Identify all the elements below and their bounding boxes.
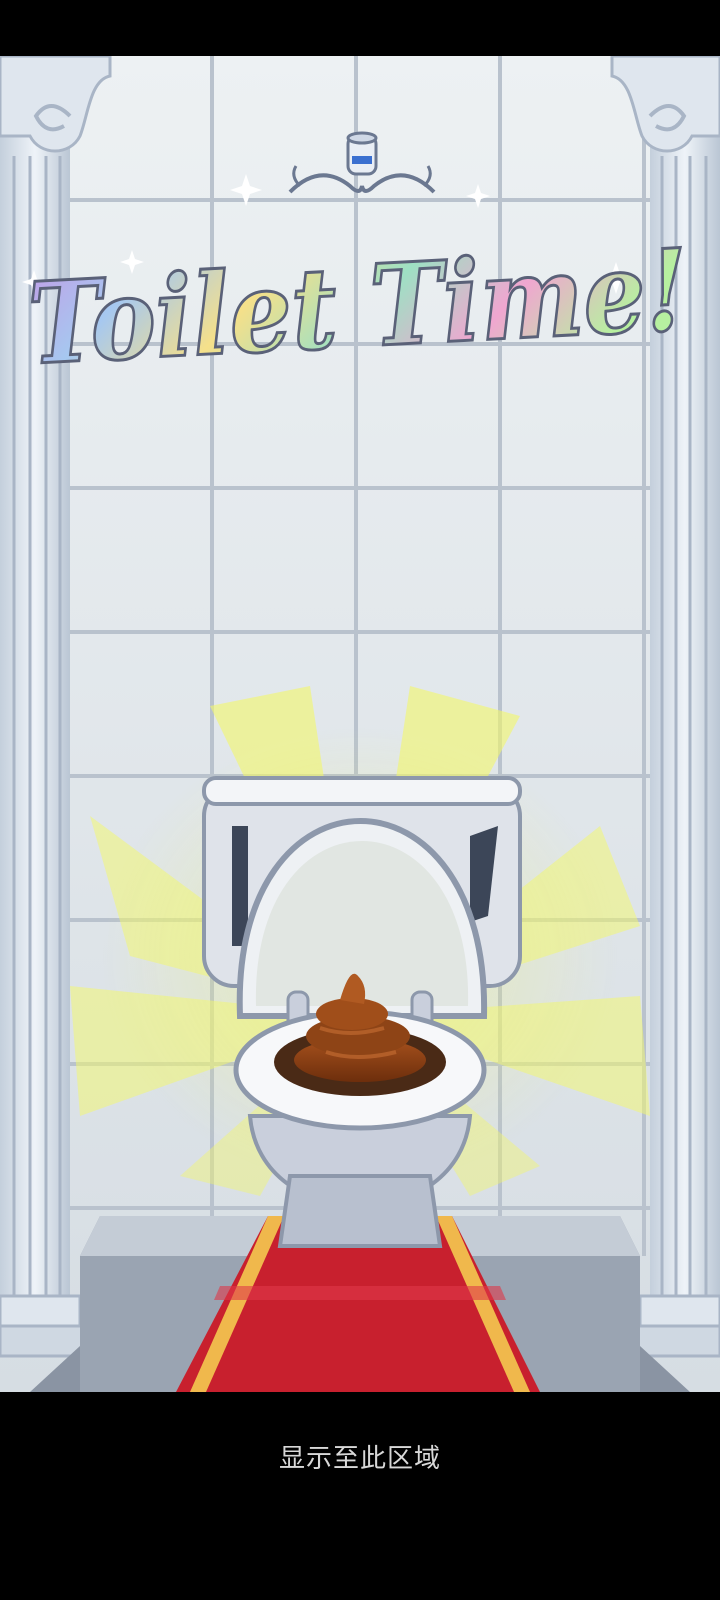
status-bar <box>0 0 720 56</box>
display-area-label: 显示至此区域 <box>278 1444 441 1474</box>
bottom-safe-area: 显示至此区域 <box>0 1392 720 1600</box>
game-scene[interactable]: Toilet Time! <box>0 56 720 1392</box>
